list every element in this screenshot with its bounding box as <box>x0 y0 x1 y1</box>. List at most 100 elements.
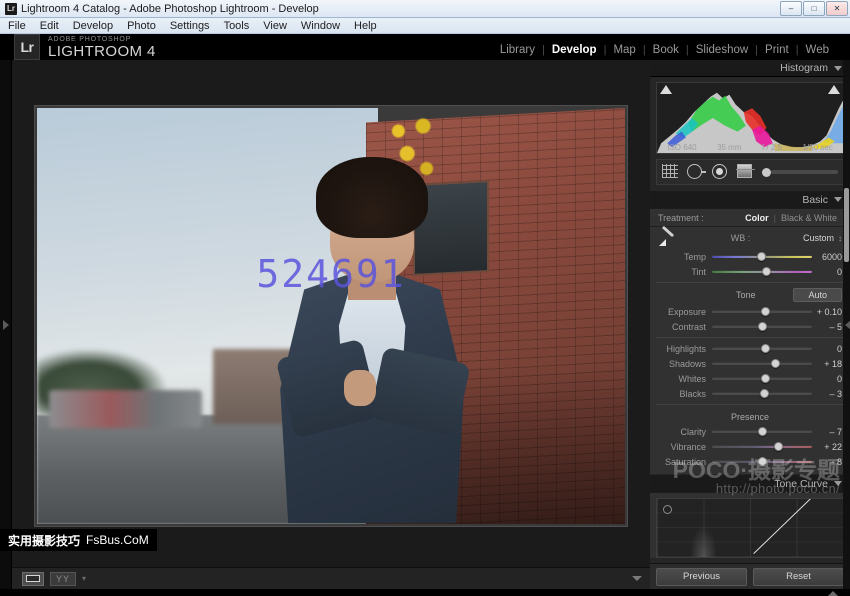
menu-window[interactable]: Window <box>301 20 340 32</box>
spot-removal-icon[interactable] <box>687 164 705 180</box>
menu-tools[interactable]: Tools <box>224 20 250 32</box>
temp-slider[interactable] <box>712 251 812 262</box>
application-window: Lr Lightroom 4 Catalog - Adobe Photoshop… <box>0 0 850 551</box>
highlights-slider[interactable] <box>712 343 812 354</box>
image-overlay-digits: 524691 <box>256 252 405 296</box>
wb-dropdown-icon[interactable]: ↕ <box>838 234 842 243</box>
treatment-color-option[interactable]: Color <box>740 213 774 223</box>
reset-button[interactable]: Reset <box>753 568 844 586</box>
crop-overlay-icon[interactable] <box>662 164 680 180</box>
loupe-view-glyph <box>26 575 40 582</box>
app-icon: Lr <box>5 3 17 15</box>
identity-plate[interactable]: Lr ADOBE PHOTOSHOP LIGHTROOM 4 <box>14 34 156 60</box>
eyedropper-icon[interactable] <box>658 229 678 247</box>
tint-slider[interactable] <box>712 266 812 277</box>
histogram-panel-title: Histogram <box>780 62 828 74</box>
photo-frame: 524691 <box>35 106 627 526</box>
chevron-down-icon[interactable] <box>834 197 842 202</box>
auto-tone-button[interactable]: Auto <box>793 288 842 302</box>
chevron-down-icon[interactable] <box>834 481 842 486</box>
maximize-button[interactable]: □ <box>803 1 825 16</box>
basic-panel-header[interactable]: Basic <box>650 191 850 208</box>
shadow-clipping-indicator[interactable] <box>660 85 672 94</box>
previous-button[interactable]: Previous <box>656 568 747 586</box>
minimize-button[interactable]: – <box>780 1 802 16</box>
tint-slider-row: Tint 0 <box>650 264 850 279</box>
vibrance-slider-row: Vibrance + 22 <box>650 439 850 454</box>
tone-curve-graph[interactable] <box>656 498 844 558</box>
module-book[interactable]: Book <box>646 44 686 56</box>
menu-settings[interactable]: Settings <box>170 20 210 32</box>
blacks-value: – 3 <box>812 389 842 399</box>
chevron-right-icon <box>3 320 9 330</box>
module-slideshow[interactable]: Slideshow <box>689 44 755 56</box>
menu-develop[interactable]: Develop <box>73 20 113 32</box>
wb-preset-value[interactable]: Custom <box>803 233 834 243</box>
contrast-slider[interactable] <box>712 321 812 332</box>
vibrance-value: + 22 <box>812 442 842 452</box>
menu-help[interactable]: Help <box>354 20 377 32</box>
target-adjustment-icon[interactable] <box>663 505 672 514</box>
chevron-down-icon[interactable]: ▾ <box>82 574 86 583</box>
whites-slider-row: Whites 0 <box>650 371 850 386</box>
develop-tool-strip <box>656 159 844 185</box>
graduated-filter-icon[interactable] <box>737 164 755 180</box>
histogram-graph[interactable]: ISO 640 35 mm f / 2.5 1/50 sec <box>656 82 844 154</box>
brand-text: ADOBE PHOTOSHOP LIGHTROOM 4 <box>48 35 156 60</box>
cars-region <box>49 390 202 427</box>
treatment-label: Treatment : <box>658 213 740 223</box>
tone-curve-panel <box>650 492 850 558</box>
saturation-slider[interactable] <box>712 456 812 467</box>
clarity-value: – 7 <box>812 427 842 437</box>
shadows-label: Shadows <box>658 359 712 369</box>
red-eye-icon[interactable] <box>712 164 730 180</box>
module-print[interactable]: Print <box>758 44 796 56</box>
white-balance-row: WB : Custom ↕ <box>650 227 850 249</box>
chevron-down-icon <box>828 591 838 596</box>
loupe-view[interactable]: 524691 <box>12 60 650 567</box>
right-panel-collapse[interactable] <box>845 320 850 330</box>
clarity-slider[interactable] <box>712 426 812 437</box>
right-panel: Histogram <box>650 60 850 589</box>
panel-divider <box>656 337 844 338</box>
menu-file[interactable]: File <box>8 20 26 32</box>
highlight-clipping-indicator[interactable] <box>828 85 840 94</box>
vibrance-label: Vibrance <box>658 442 712 452</box>
toolbar-collapse-icon[interactable] <box>632 576 642 581</box>
brush-track <box>771 170 838 174</box>
menu-view[interactable]: View <box>263 20 287 32</box>
lightroom-logo-icon: Lr <box>14 34 40 60</box>
whites-slider[interactable] <box>712 373 812 384</box>
module-library[interactable]: Library <box>493 44 542 56</box>
module-map[interactable]: Map <box>606 44 642 56</box>
vibrance-slider[interactable] <box>712 441 812 452</box>
adjustment-brush-icon[interactable] <box>762 169 838 175</box>
tone-section-title: Tone <box>658 290 793 300</box>
exposure-label: Exposure <box>658 307 712 317</box>
window-titlebar: Lr Lightroom 4 Catalog - Adobe Photoshop… <box>0 0 850 18</box>
exposure-slider-row: Exposure + 0.10 <box>650 304 850 319</box>
shadows-slider[interactable] <box>712 358 812 369</box>
module-develop[interactable]: Develop <box>545 44 604 56</box>
brand-product-label: LIGHTROOM 4 <box>48 44 156 60</box>
highlights-label: Highlights <box>658 344 712 354</box>
treatment-bw-option[interactable]: Black & White <box>776 213 842 223</box>
menu-photo[interactable]: Photo <box>127 20 156 32</box>
saturation-value: – 8 <box>812 457 842 467</box>
close-button[interactable]: ✕ <box>826 1 848 16</box>
photo-image[interactable]: 524691 <box>37 108 625 524</box>
histogram-panel-header[interactable]: Histogram <box>650 60 850 77</box>
content-area: 524691 YY ▾ <box>12 60 650 589</box>
menu-edit[interactable]: Edit <box>40 20 59 32</box>
exposure-slider[interactable] <box>712 306 812 317</box>
basic-panel-title: Basic <box>802 194 828 206</box>
flag-filter-icon[interactable]: YY <box>50 572 76 586</box>
tone-curve-panel-header[interactable]: Tone Curve <box>650 475 850 492</box>
loupe-view-icon[interactable] <box>22 572 44 586</box>
chevron-down-icon[interactable] <box>834 66 842 71</box>
left-panel-collapse[interactable] <box>0 60 12 589</box>
blacks-slider[interactable] <box>712 388 812 399</box>
scrollbar-thumb[interactable] <box>844 188 849 262</box>
module-web[interactable]: Web <box>799 44 836 56</box>
hair-region <box>316 157 428 238</box>
